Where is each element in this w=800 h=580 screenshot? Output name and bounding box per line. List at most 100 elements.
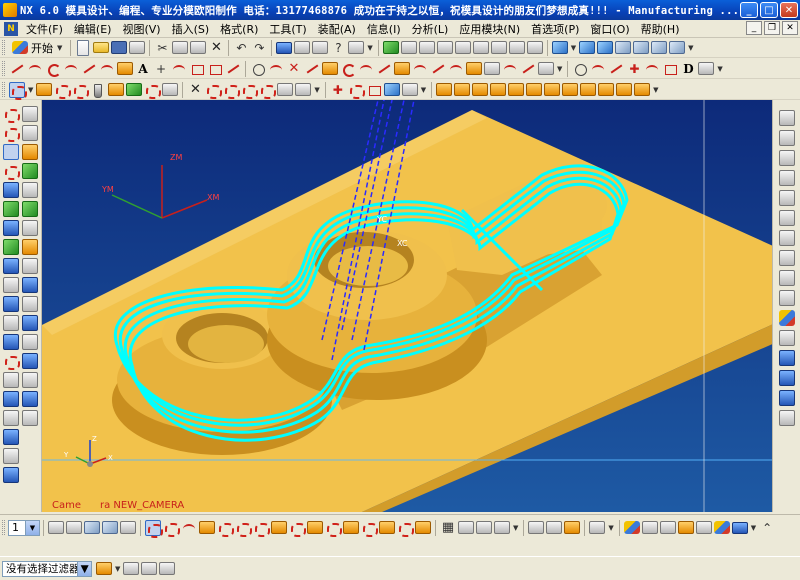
wcs-icon[interactable] — [476, 521, 492, 534]
reuse-library-icon[interactable] — [779, 190, 795, 206]
rotate-icon[interactable] — [454, 41, 471, 54]
blank-icon[interactable] — [366, 82, 382, 98]
create-geometry-icon[interactable] — [54, 82, 72, 99]
more-tools-icon[interactable]: ⌃ — [759, 520, 775, 536]
feature-icon-b[interactable] — [454, 83, 471, 96]
face-analysis-icon[interactable] — [677, 521, 694, 534]
bridge-curve-icon[interactable] — [268, 61, 284, 77]
fit-icon[interactable] — [400, 41, 417, 54]
select-edge-icon[interactable] — [181, 520, 197, 536]
select-tangent-icon[interactable] — [397, 520, 414, 537]
palette-icon[interactable] — [779, 350, 795, 366]
studio-render-icon[interactable] — [713, 521, 730, 534]
hidden-edge-icon[interactable] — [659, 521, 676, 534]
left-tool-23-icon[interactable] — [22, 144, 38, 160]
left-tool-35-icon[interactable] — [22, 372, 38, 388]
left-tool-19-icon[interactable] — [3, 448, 19, 464]
system-scene-icon[interactable] — [779, 330, 795, 346]
left-tool-10-icon[interactable] — [3, 277, 19, 293]
graphics-window[interactable]: ZM YM XM YC XC Z Y X Came ra NEW_CAMERA — [42, 100, 772, 512]
analysis-view-icon[interactable] — [698, 62, 715, 75]
feature-icon-h[interactable] — [562, 83, 579, 96]
conic-icon[interactable] — [99, 61, 115, 77]
measure-angle-icon[interactable] — [546, 521, 563, 534]
select-face-icon[interactable] — [199, 521, 215, 534]
roles-icon[interactable] — [779, 310, 795, 326]
corner-curve-icon[interactable] — [644, 61, 660, 77]
helix-icon[interactable] — [171, 61, 187, 77]
doc-restore-button[interactable]: ❐ — [764, 21, 780, 35]
left-tool-4-icon[interactable] — [3, 163, 20, 180]
shop-doc-icon[interactable] — [223, 82, 241, 99]
deselect-all-icon[interactable] — [141, 562, 158, 575]
feature-icon-i[interactable] — [580, 83, 597, 96]
left-tool-22-icon[interactable] — [22, 125, 38, 141]
redo-icon[interactable]: ↷ — [251, 40, 267, 56]
feature-icon-k[interactable] — [616, 83, 633, 96]
selection-scope-icon[interactable] — [96, 562, 112, 575]
left-tool-2-icon[interactable] — [3, 125, 20, 142]
join-curve-icon[interactable] — [466, 62, 482, 75]
frame-icon[interactable] — [662, 61, 678, 77]
move-operation-icon[interactable]: ✚ — [330, 82, 346, 98]
select-sheet-icon[interactable] — [343, 521, 359, 534]
rectangle-icon[interactable] — [189, 61, 205, 77]
chamfer-curve-icon[interactable] — [225, 61, 241, 77]
layer-icon[interactable] — [779, 370, 795, 386]
wcs-orient-icon[interactable] — [494, 521, 510, 534]
feature-icon-j[interactable] — [598, 83, 615, 96]
menu-assembly[interactable]: 装配(A) — [314, 21, 363, 37]
feature-icon-g[interactable] — [544, 83, 561, 96]
left-tool-25-icon[interactable] — [22, 182, 38, 198]
document-menu-icon[interactable]: N — [4, 21, 18, 36]
line-icon[interactable] — [9, 61, 25, 77]
view-front-icon[interactable] — [579, 41, 596, 54]
line-at-angle-icon[interactable] — [81, 61, 97, 77]
spline-icon[interactable] — [63, 61, 79, 77]
selection-filter-select[interactable]: 没有选择过滤器 ▼ — [2, 560, 92, 577]
menu-tools[interactable]: 工具(T) — [265, 21, 313, 37]
cut-icon[interactable]: ✂ — [154, 40, 170, 56]
select-body-edge-icon[interactable] — [415, 521, 431, 534]
render-style-icon[interactable] — [623, 521, 640, 534]
shaded-view-icon[interactable] — [551, 41, 568, 54]
transform-icon[interactable] — [348, 82, 365, 99]
list-toolpath-icon[interactable] — [162, 83, 179, 96]
select-chain-icon[interactable] — [379, 521, 395, 534]
menu-window[interactable]: 窗口(O) — [586, 21, 636, 37]
offset-in-face-icon[interactable] — [394, 62, 410, 75]
left-tool-20-icon[interactable] — [3, 467, 19, 483]
doc-close-button[interactable]: ✕ — [782, 21, 798, 35]
select-curve-icon[interactable] — [163, 520, 180, 537]
left-tool-33-icon[interactable] — [22, 334, 38, 350]
layer-settings-icon[interactable] — [48, 521, 64, 534]
translucency-icon[interactable] — [731, 521, 748, 534]
point-icon[interactable]: + — [153, 61, 169, 77]
history-icon[interactable] — [779, 250, 795, 266]
view-orient-icon[interactable] — [508, 41, 525, 54]
perspective-icon[interactable] — [490, 41, 507, 54]
feature-icon-f[interactable] — [526, 83, 543, 96]
grid-icon[interactable]: ▦ — [440, 520, 456, 536]
select-solid-icon[interactable] — [325, 520, 342, 537]
draft-text-icon[interactable]: D — [680, 61, 696, 77]
paste-icon[interactable] — [190, 41, 207, 54]
general-selection-icon[interactable] — [123, 562, 140, 575]
left-tool-18-icon[interactable] — [3, 429, 19, 445]
layer-visible-icon[interactable] — [66, 521, 82, 534]
assembly-navigator-icon[interactable] — [779, 150, 795, 166]
move-to-layer-icon[interactable] — [84, 521, 100, 534]
layer-category-icon[interactable] — [120, 521, 136, 534]
text-icon[interactable]: A — [135, 61, 151, 77]
select-point-icon[interactable] — [307, 521, 323, 534]
intersection-point-icon[interactable]: ✚ — [626, 61, 642, 77]
create-program-icon[interactable] — [9, 81, 27, 100]
extend-curve-icon[interactable] — [448, 61, 464, 77]
process-studio-icon[interactable] — [779, 290, 795, 306]
method-view-icon[interactable] — [295, 83, 312, 96]
new-file-icon[interactable] — [77, 39, 90, 56]
navigator-icon[interactable] — [779, 110, 795, 126]
copy-to-layer-icon[interactable] — [102, 521, 118, 534]
left-tool-15-icon[interactable] — [3, 372, 19, 388]
doc-minimize-button[interactable]: _ — [746, 21, 762, 35]
